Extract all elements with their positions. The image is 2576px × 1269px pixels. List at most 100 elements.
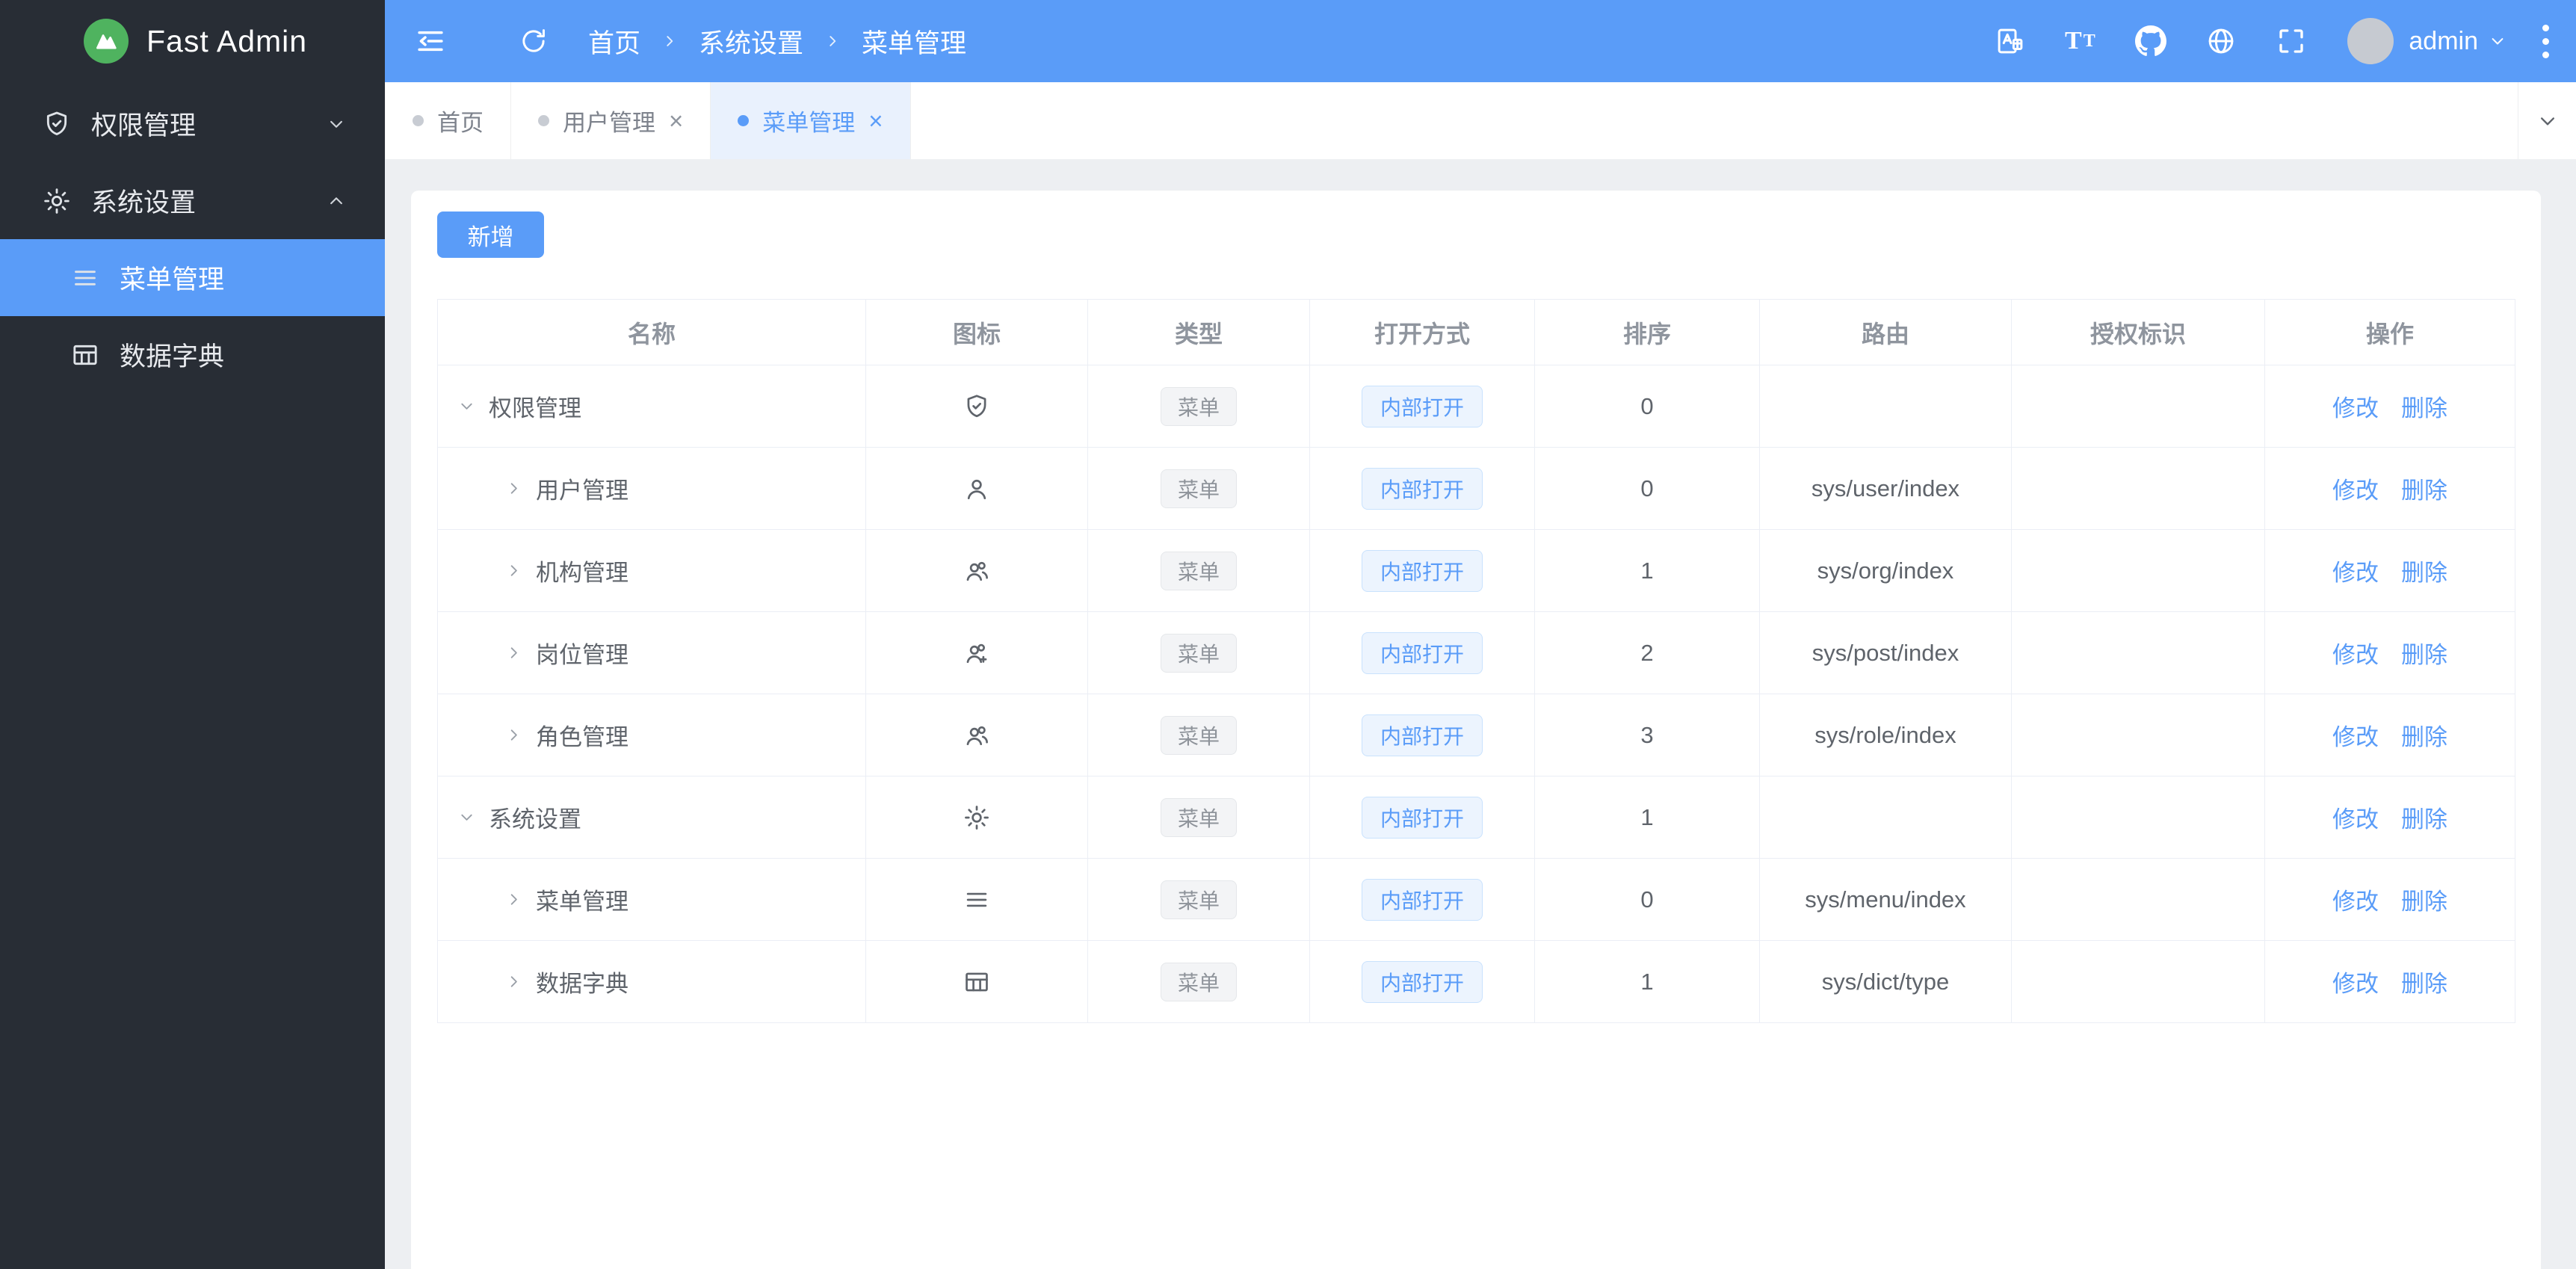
cell-sort: 1 bbox=[1535, 776, 1760, 859]
tab-label: 首页 bbox=[437, 104, 484, 138]
type-tag: 菜单 bbox=[1161, 716, 1237, 755]
cell-actions: 修改删除 bbox=[2265, 941, 2515, 1023]
cell-sort: 1 bbox=[1535, 530, 1760, 612]
row-expand-chevron-right-icon[interactable] bbox=[504, 889, 524, 910]
edit-link[interactable]: 修改 bbox=[2332, 806, 2379, 833]
add-button[interactable]: 新增 bbox=[437, 212, 544, 258]
cell-route: sys/user/index bbox=[1760, 448, 2012, 530]
table-column-header: 图标 bbox=[866, 300, 1088, 365]
edit-link[interactable]: 修改 bbox=[2332, 889, 2379, 915]
cell-type: 菜单 bbox=[1088, 859, 1310, 941]
delete-link[interactable]: 删除 bbox=[2401, 395, 2447, 422]
sidebar-item-data-dict[interactable]: 数据字典 bbox=[0, 316, 385, 393]
menu-name: 岗位管理 bbox=[536, 636, 628, 670]
chevron-right-icon bbox=[823, 31, 842, 51]
chevron-down-icon[interactable] bbox=[2487, 31, 2508, 52]
delete-link[interactable]: 删除 bbox=[2401, 806, 2447, 833]
tab-2[interactable]: 菜单管理× bbox=[711, 82, 910, 159]
delete-link[interactable]: 删除 bbox=[2401, 724, 2447, 750]
breadcrumb-item-system[interactable]: 系统设置 bbox=[699, 22, 803, 61]
cell-actions: 修改删除 bbox=[2265, 365, 2515, 448]
row-collapse-chevron-down-icon[interactable] bbox=[457, 807, 477, 827]
sidebar-item-label: 菜单管理 bbox=[120, 259, 348, 297]
edit-link[interactable]: 修改 bbox=[2332, 971, 2379, 997]
open-mode-tag: 内部打开 bbox=[1362, 961, 1483, 1003]
translate-icon[interactable] bbox=[1993, 24, 2027, 58]
breadcrumb-item-home[interactable]: 首页 bbox=[588, 22, 640, 61]
edit-link[interactable]: 修改 bbox=[2332, 478, 2379, 504]
delete-link[interactable]: 删除 bbox=[2401, 478, 2447, 504]
refresh-icon[interactable] bbox=[516, 24, 551, 58]
cell-permission bbox=[2012, 448, 2265, 530]
team-icon bbox=[963, 557, 991, 585]
user-icon bbox=[963, 475, 991, 503]
tab-close-icon[interactable]: × bbox=[868, 108, 883, 133]
cell-name: 角色管理 bbox=[438, 694, 866, 776]
menu-lines-icon bbox=[70, 263, 100, 293]
edit-link[interactable]: 修改 bbox=[2332, 724, 2379, 750]
table-row-3: 岗位管理菜单内部打开2sys/post/index修改删除 bbox=[438, 612, 2515, 694]
cell-icon bbox=[866, 776, 1088, 859]
cell-open-mode: 内部打开 bbox=[1310, 448, 1535, 530]
github-icon[interactable] bbox=[2134, 24, 2168, 58]
cell-icon bbox=[866, 694, 1088, 776]
sidebar-item-menu-mgmt[interactable]: 菜单管理 bbox=[0, 239, 385, 316]
breadcrumb-item-menu[interactable]: 菜单管理 bbox=[862, 22, 966, 61]
table-column-header: 类型 bbox=[1088, 300, 1310, 365]
cell-icon bbox=[866, 365, 1088, 448]
edit-link[interactable]: 修改 bbox=[2332, 560, 2379, 586]
content-area: 新增 名称图标类型打开方式排序路由授权标识操作 权限管理菜单内部打开0修改删除用… bbox=[385, 159, 2576, 1269]
row-expand-chevron-right-icon[interactable] bbox=[504, 972, 524, 992]
table-column-header: 授权标识 bbox=[2012, 300, 2265, 365]
sidebar-item-system-settings[interactable]: 系统设置 bbox=[0, 162, 385, 239]
open-mode-tag: 内部打开 bbox=[1362, 714, 1483, 756]
cell-icon bbox=[866, 448, 1088, 530]
delete-link[interactable]: 删除 bbox=[2401, 971, 2447, 997]
cell-permission bbox=[2012, 365, 2265, 448]
delete-link[interactable]: 删除 bbox=[2401, 560, 2447, 586]
type-tag: 菜单 bbox=[1161, 963, 1237, 1001]
edit-link[interactable]: 修改 bbox=[2332, 642, 2379, 668]
row-expand-chevron-right-icon[interactable] bbox=[504, 478, 524, 498]
cell-type: 菜单 bbox=[1088, 448, 1310, 530]
tab-0[interactable]: 首页 bbox=[385, 82, 511, 159]
font-size-icon[interactable]: TT bbox=[2063, 24, 2098, 58]
table-column-header: 打开方式 bbox=[1310, 300, 1535, 365]
table-grid-icon bbox=[963, 968, 991, 996]
app-logo: Fast Admin bbox=[0, 0, 385, 82]
delete-link[interactable]: 删除 bbox=[2401, 889, 2447, 915]
table-row-7: 数据字典菜单内部打开1sys/dict/type修改删除 bbox=[438, 941, 2515, 1023]
user-add-icon bbox=[963, 639, 991, 667]
tab-close-icon[interactable]: × bbox=[669, 108, 683, 133]
cell-icon bbox=[866, 612, 1088, 694]
menu-name: 菜单管理 bbox=[536, 883, 628, 916]
app-title: Fast Admin bbox=[146, 24, 307, 59]
delete-link[interactable]: 删除 bbox=[2401, 642, 2447, 668]
tab-1[interactable]: 用户管理× bbox=[511, 82, 711, 159]
sidebar-item-permission-mgmt[interactable]: 权限管理 bbox=[0, 85, 385, 162]
edit-link[interactable]: 修改 bbox=[2332, 395, 2379, 422]
cell-type: 菜单 bbox=[1088, 941, 1310, 1023]
user-name[interactable]: admin bbox=[2409, 27, 2478, 56]
row-expand-chevron-right-icon[interactable] bbox=[504, 725, 524, 745]
tab-dot-icon bbox=[738, 115, 749, 126]
fullscreen-icon[interactable] bbox=[2274, 24, 2308, 58]
avatar[interactable] bbox=[2347, 18, 2394, 64]
row-expand-chevron-right-icon[interactable] bbox=[504, 561, 524, 581]
cell-actions: 修改删除 bbox=[2265, 530, 2515, 612]
cell-icon bbox=[866, 941, 1088, 1023]
sidebar-fold-icon[interactable] bbox=[413, 24, 448, 58]
kebab-menu-icon[interactable] bbox=[2542, 21, 2549, 61]
row-collapse-chevron-down-icon[interactable] bbox=[457, 396, 477, 416]
tab-dropdown-chevron-icon[interactable] bbox=[2518, 82, 2576, 159]
cell-name: 系统设置 bbox=[438, 776, 866, 859]
row-expand-chevron-right-icon[interactable] bbox=[504, 643, 524, 663]
type-tag: 菜单 bbox=[1161, 798, 1237, 837]
table-header-row: 名称图标类型打开方式排序路由授权标识操作 bbox=[438, 300, 2515, 365]
globe-icon[interactable] bbox=[2204, 24, 2238, 58]
chevron-up-icon bbox=[325, 190, 348, 212]
cell-icon bbox=[866, 859, 1088, 941]
cell-type: 菜单 bbox=[1088, 365, 1310, 448]
cell-name: 数据字典 bbox=[438, 941, 866, 1023]
table-column-header: 排序 bbox=[1535, 300, 1760, 365]
